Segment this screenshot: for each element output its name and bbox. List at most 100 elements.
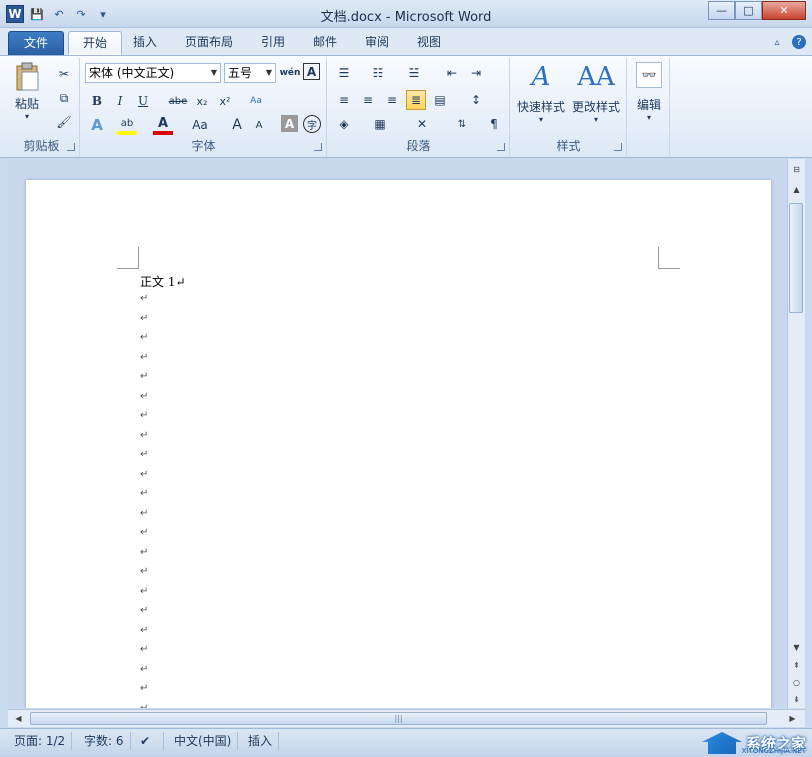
maximize-button[interactable]: □ <box>735 1 762 20</box>
tab-page-layout[interactable]: 页面布局 <box>171 31 247 55</box>
paragraph-mark: ↵ <box>140 702 149 709</box>
paragraph-mark: ↵ <box>140 605 149 616</box>
paragraph-launcher[interactable] <box>497 143 505 151</box>
font-name-dropdown[interactable]: 宋体 (中文正文) ▼ <box>85 63 221 83</box>
superscript-button[interactable]: x² <box>215 91 235 111</box>
title-bar: W 💾 ↶ ↷ ▾ 文档.docx - Microsoft Word — □ ✕ <box>0 0 812 28</box>
distributed-icon[interactable]: ▤ <box>430 90 450 110</box>
borders-icon[interactable]: ▦ <box>370 114 390 134</box>
styles-launcher[interactable] <box>614 143 622 151</box>
paste-button[interactable]: 粘贴 ▾ <box>10 62 44 128</box>
tab-mailings[interactable]: 邮件 <box>299 31 351 55</box>
paragraph-mark: ↵ <box>140 429 149 441</box>
format-painter-icon[interactable]: 🖌 <box>54 112 74 132</box>
scroll-down-icon[interactable]: ▼ <box>788 639 805 655</box>
font-color-icon[interactable]: A <box>153 115 173 135</box>
tab-review[interactable]: 审阅 <box>351 31 403 55</box>
document-first-line[interactable]: 正文 1↵ <box>140 273 186 290</box>
phonetic-guide-icon[interactable]: wén <box>280 63 301 83</box>
document-page[interactable]: 正文 1↵ ↵ ↵ ↵ ↵ ↵ ↵ ↵ ↵ ↵ ↵ ↵ ↵ ↵ ↵ ↵ ↵ ↵ ↵ ↵ ↵ ↵ ↵ <box>26 180 771 708</box>
horizontal-scrollbar[interactable]: ◀ ||| ▶ <box>8 709 805 727</box>
font-launcher[interactable] <box>314 143 322 151</box>
bold-button[interactable]: B <box>87 91 107 111</box>
editing-button[interactable]: 👓 编辑 ▾ <box>632 62 666 122</box>
tab-home[interactable]: 开始 <box>68 31 123 55</box>
font-group: 宋体 (中文正文) ▼ 五号 ▼ wén A B I U abe x₂ x² Aa … <box>81 58 327 156</box>
language-indicator[interactable]: 中文(中国) <box>168 732 239 750</box>
select-browse-object-icon[interactable]: ○ <box>788 674 805 690</box>
clipboard-launcher[interactable] <box>67 143 75 151</box>
vertical-scroll-thumb[interactable] <box>789 203 803 313</box>
horizontal-scroll-thumb[interactable]: ||| <box>30 712 767 725</box>
document-area[interactable]: 正文 1↵ ↵ ↵ ↵ ↵ ↵ ↵ ↵ ↵ ↵ ↵ ↵ ↵ ↵ ↵ ↵ ↵ ↵ ↵ ↵ ↵ ↵ ↵ <box>8 159 787 708</box>
scroll-left-icon[interactable]: ◀ <box>10 710 27 726</box>
word-count[interactable]: 字数: 6 <box>78 732 131 750</box>
close-button[interactable]: ✕ <box>762 1 806 20</box>
tab-references[interactable]: 引用 <box>247 31 299 55</box>
minimize-button[interactable]: — <box>708 1 735 20</box>
align-center-icon[interactable]: ≡ <box>358 90 378 110</box>
highlight-icon[interactable]: ab <box>117 115 137 135</box>
minimize-ribbon-icon[interactable]: ▵ <box>770 35 784 49</box>
paragraph-mark: ↵ <box>140 527 149 538</box>
sort-icon[interactable]: ⇅ <box>452 114 472 134</box>
change-case-icon[interactable]: Aa <box>187 115 213 135</box>
help-icon[interactable]: ? <box>792 35 806 49</box>
align-right-icon[interactable]: ≡ <box>382 90 402 110</box>
quick-styles-button[interactable]: A 快速样式 ▾ <box>515 62 567 124</box>
underline-button[interactable]: U <box>133 91 153 111</box>
tab-insert[interactable]: 插入 <box>119 31 171 55</box>
editing-group: 👓 编辑 ▾ <box>628 58 670 156</box>
proofing-icon[interactable]: ✔ <box>134 732 164 750</box>
enclose-characters-icon[interactable]: 字 <box>303 115 321 133</box>
clear-formatting-icon[interactable]: Aa <box>246 91 266 111</box>
insert-mode-indicator[interactable]: 插入 <box>242 732 280 750</box>
quick-styles-icon: A <box>531 62 551 92</box>
paragraph-mark: ↵ <box>140 566 149 577</box>
change-styles-button[interactable]: AA 更改样式 ▾ <box>569 62 623 124</box>
subscript-button[interactable]: x₂ <box>192 91 212 111</box>
shading-icon[interactable]: ◈ <box>334 114 354 134</box>
multilevel-list-icon[interactable]: ☱ <box>404 63 424 83</box>
tab-file[interactable]: 文件 <box>8 31 64 55</box>
text-effects-icon[interactable]: A <box>87 115 107 135</box>
line-spacing-icon[interactable]: ↕ <box>466 90 486 110</box>
paragraph-mark: ↵ <box>140 468 149 480</box>
paragraph-mark: ↵ <box>140 371 149 382</box>
font-label: 字体 <box>191 139 216 153</box>
paragraph-mark: ↵ <box>140 293 149 304</box>
tab-view[interactable]: 视图 <box>403 31 455 55</box>
crop-mark-top-left <box>117 247 139 269</box>
chinese-layout-icon[interactable]: ✕ <box>412 114 432 134</box>
change-styles-label: 更改样式 <box>571 100 620 114</box>
ruler-toggle-icon[interactable]: ⊟ <box>788 161 805 177</box>
show-hide-marks-icon[interactable]: ¶ <box>484 114 504 134</box>
shrink-font-icon[interactable]: A <box>249 115 269 135</box>
cut-icon[interactable]: ✂ <box>54 64 74 84</box>
editing-label: 编辑 <box>636 98 661 112</box>
vertical-scrollbar[interactable]: ⊟ ▲ ▼ ⇞ ○ ⇟ <box>787 159 805 708</box>
copy-icon[interactable]: ⧉ <box>54 88 74 108</box>
bullets-icon[interactable]: ☰ <box>334 63 354 83</box>
align-left-icon[interactable]: ≡ <box>334 90 354 110</box>
next-page-icon[interactable]: ⇟ <box>788 691 805 707</box>
italic-button[interactable]: I <box>110 91 130 111</box>
character-shading-icon[interactable]: A <box>281 115 298 132</box>
numbering-icon[interactable]: ☷ <box>368 63 388 83</box>
font-size-dropdown[interactable]: 五号 ▼ <box>224 63 276 83</box>
grow-font-icon[interactable]: A <box>227 115 247 135</box>
previous-page-icon[interactable]: ⇞ <box>788 657 805 673</box>
scroll-right-icon[interactable]: ▶ <box>784 710 801 726</box>
paragraph-group: ☰ ☷ ☱ ⇤ ⇥ ≡ ≡ ≡ ≣ ▤ ↕ ◈ ▦ ✕ ⇅ ¶ 段落 <box>328 58 510 156</box>
scroll-up-icon[interactable]: ▲ <box>788 181 805 197</box>
justify-icon[interactable]: ≣ <box>406 90 426 110</box>
change-styles-icon: AA <box>577 62 615 92</box>
paragraph-mark: ↵ <box>140 351 149 363</box>
strikethrough-button[interactable]: abe <box>167 91 189 111</box>
status-bar: 页面: 1/2 字数: 6 ✔ 中文(中国) 插入 系统之家 XITONGZHI… <box>0 728 812 757</box>
increase-indent-icon[interactable]: ⇥ <box>466 63 486 83</box>
character-border-icon[interactable]: A <box>303 63 320 80</box>
decrease-indent-icon[interactable]: ⇤ <box>442 63 462 83</box>
watermark-subtext: XITONGZHIJIA.NET <box>741 747 806 755</box>
page-indicator[interactable]: 页面: 1/2 <box>8 732 73 750</box>
